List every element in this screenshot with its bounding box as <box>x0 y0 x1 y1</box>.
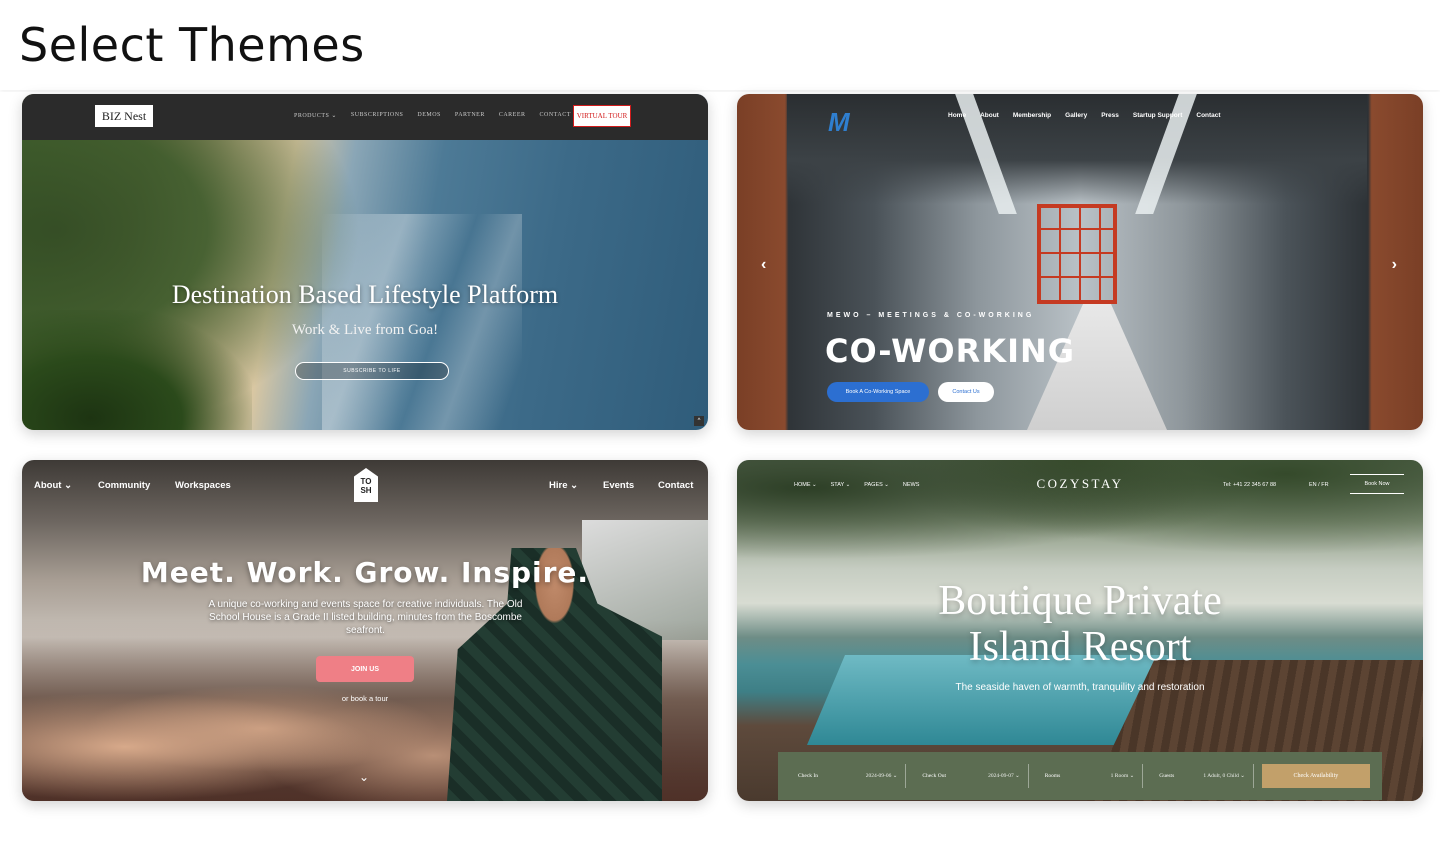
preview-nav-item: Membership <box>1012 112 1052 119</box>
preview-kicker: MEWO – MEETINGS & CO-WORKING <box>827 312 1035 319</box>
preview-subheadline: Work & Live from Goa! <box>291 322 439 338</box>
preview-book-button: Book Now <box>1350 474 1404 494</box>
preview-headline-line: Island Resort <box>968 624 1192 670</box>
preview-nav-item: Events <box>603 480 635 491</box>
page-title: Select Themes <box>19 18 365 72</box>
preview-check-out-field: Check Out 2024-09-07 ⌄ <box>914 764 1029 788</box>
preview-subscribe-button: SUBSCRIBE TO LIFE <box>295 362 449 380</box>
preview-nav-item: Workspaces <box>175 480 231 491</box>
preview-nav-item: CONTACT <box>539 112 571 118</box>
preview-guests-field: Guests 1 Adult, 0 Child ⌄ <box>1151 764 1254 788</box>
preview-language: EN / FR <box>1309 482 1329 488</box>
theme-card-cozystay[interactable]: HOME ⌄ STAY ⌄ PAGES ⌄ NEWS COZYSTAY Tel:… <box>737 460 1423 801</box>
preview-join-button: JOIN US <box>316 656 414 682</box>
preview-nav-item: Startup Support <box>1132 112 1183 119</box>
preview-headline-line: Boutique Private <box>938 578 1222 624</box>
preview-headline: Boutique Private Island Resort <box>737 578 1423 670</box>
theme-card-mewo[interactable]: M Home About Membership Gallery Press St… <box>737 94 1423 430</box>
preview-subheadline: A unique co-working and events space for… <box>208 599 523 636</box>
field-value: 1 Adult, 0 Child ⌄ <box>1203 773 1245 779</box>
preview-check-in-field: Check In 2024-09-06 ⌄ <box>790 764 907 788</box>
field-label: Check In <box>798 773 819 779</box>
chevron-left-icon: ‹ <box>761 256 767 273</box>
preview-contact-button: Contact Us <box>938 382 994 402</box>
preview-nav: PRODUCTS ⌄ SUBSCRIPTIONS DEMOS PARTNER C… <box>294 112 571 119</box>
preview-nav-item: Press <box>1101 112 1119 119</box>
theme-card-biz-nest[interactable]: BIZ Nest PRODUCTS ⌄ SUBSCRIPTIONS DEMOS … <box>22 94 708 430</box>
preview-headline: CO-WORKING <box>825 332 1076 370</box>
preview-nav-item: Gallery <box>1065 112 1088 119</box>
preview-nav-item: Hire ⌄ <box>549 480 579 491</box>
preview-book-button: Book A Co-Working Space <box>827 382 929 402</box>
preview-nav-item: PRODUCTS ⌄ <box>294 113 337 119</box>
preview-logo: BIZ Nest <box>95 105 153 127</box>
preview-nav-item: CAREER <box>498 112 526 118</box>
preview-headline: Meet. Work. Grow. Inspire. <box>140 556 590 589</box>
field-value: 1 Room ⌄ <box>1110 773 1135 779</box>
preview-phone: Tel: +41 22 345 67 88 <box>1223 482 1277 488</box>
preview-nav-item: About <box>980 112 999 119</box>
theme-preview-office <box>737 94 1423 430</box>
preview-nav-item: Contact <box>1196 112 1221 119</box>
preview-virtual-tour-button: VIRTUAL TOUR <box>573 105 631 127</box>
select-themes-page: Select Themes BIZ Nest PRODUCTS ⌄ SUBSCR… <box>0 0 1440 850</box>
preview-nav-item: Contact <box>658 480 694 491</box>
preview-nav-item: Home <box>948 112 967 119</box>
field-value: 2024-09-06 ⌄ <box>865 773 898 779</box>
page-header: Select Themes <box>0 0 1440 90</box>
preview-headline: Destination Based Lifestyle Platform <box>171 280 559 309</box>
chevron-down-icon: ⌄ <box>359 770 370 784</box>
preview-rooms-field: Rooms 1 Room ⌄ <box>1037 764 1144 788</box>
field-label: Guests <box>1159 773 1175 779</box>
chevron-right-icon: › <box>1391 256 1397 273</box>
preview-nav-item: About ⌄ <box>34 480 73 491</box>
theme-card-old-school-house[interactable]: About ⌄ Community Workspaces TO SH Hire … <box>22 460 708 801</box>
preview-subheadline: The seaside haven of warmth, tranquility… <box>955 682 1205 693</box>
preview-nav-item: PARTNER <box>454 112 485 118</box>
field-label: Check Out <box>922 773 947 779</box>
field-label: Rooms <box>1044 773 1061 779</box>
field-value: 2024-09-07 ⌄ <box>988 773 1020 779</box>
preview-check-availability-button: Check Availability <box>1261 764 1371 788</box>
preview-nav-item: Community <box>98 480 151 491</box>
preview-nav-item: SUBSCRIPTIONS <box>350 112 404 118</box>
scroll-up-icon: ^ <box>694 416 704 426</box>
preview-booking-bar: Check In 2024-09-06 ⌄ Check Out 2024-09-… <box>778 752 1382 800</box>
preview-nav-item: DEMOS <box>417 112 441 118</box>
preview-tour-link: or book a tour <box>341 694 389 703</box>
preview-logo: M <box>828 107 850 137</box>
preview-nav: Home About Membership Gallery Press Star… <box>948 112 1221 119</box>
